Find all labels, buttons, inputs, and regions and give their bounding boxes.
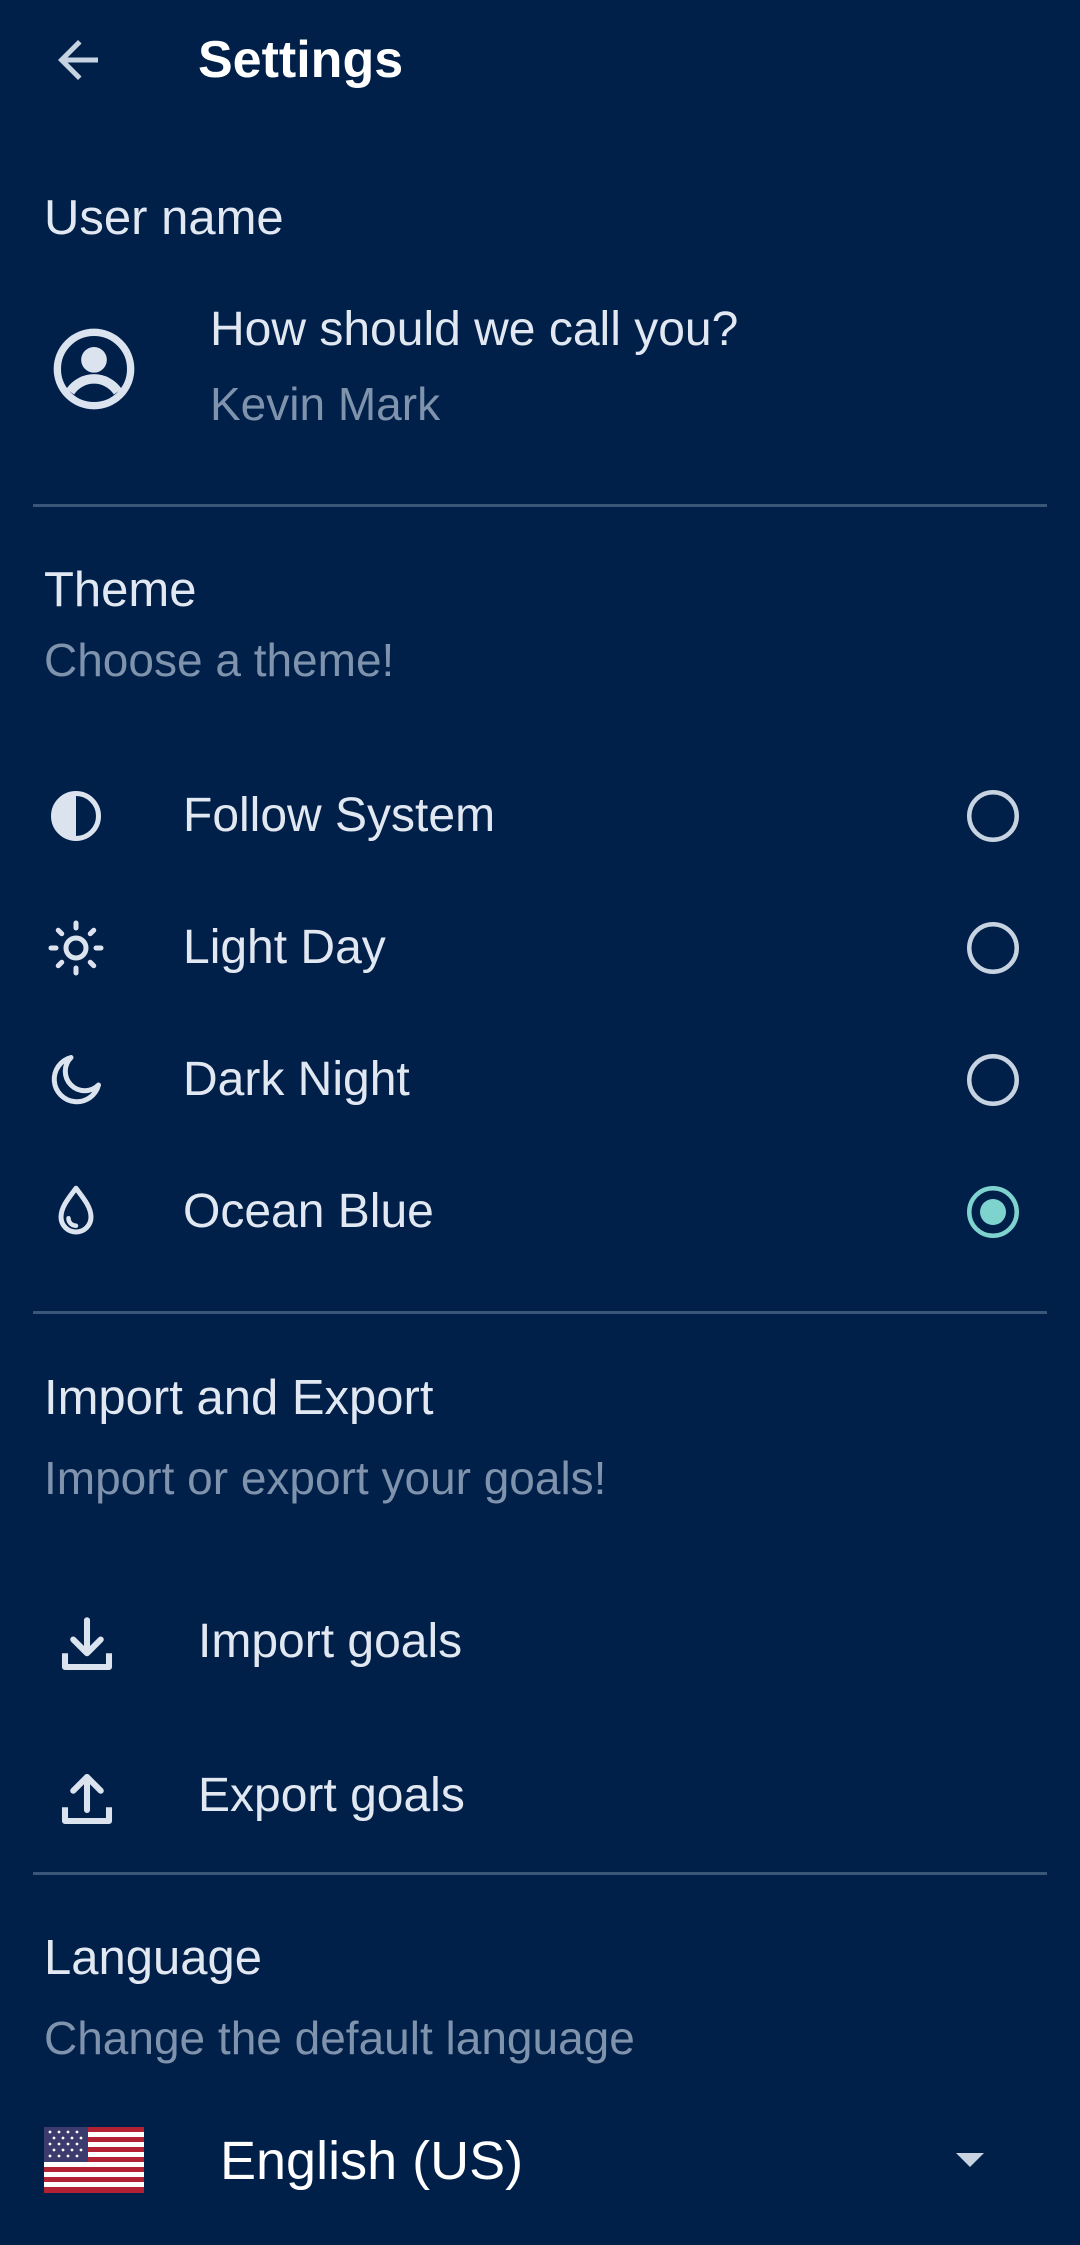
import-export-section-subtitle: Import or export your goals! [44,1452,607,1504]
radio-button[interactable] [963,1050,1023,1110]
language-selected-value: English (US) [220,2131,524,2191]
language-dropdown[interactable]: English (US) [0,2105,1080,2215]
dropdown-arrow-icon [952,2149,988,2171]
radio-button[interactable] [963,786,1023,846]
water-drop-icon [46,1182,106,1242]
back-button[interactable] [48,30,108,90]
radio-button-selected[interactable] [963,1182,1023,1242]
divider [33,1311,1047,1314]
divider [33,1872,1047,1875]
us-flag-icon [44,2127,144,2193]
account-circle-icon [50,325,138,413]
user-name-prompt: How should we call you? [210,303,739,356]
theme-section-title: Theme [44,563,197,617]
divider [33,504,1047,507]
theme-option-label: Dark Night [183,1053,410,1106]
theme-option-label: Follow System [183,789,496,842]
theme-option-dark-night[interactable]: Dark Night [0,1014,1080,1146]
download-icon [54,1612,120,1678]
page-title: Settings [198,31,404,89]
export-goals-label: Export goals [198,1769,465,1822]
sun-icon [46,918,106,978]
theme-option-follow-system[interactable]: Follow System [0,750,1080,882]
theme-option-light-day[interactable]: Light Day [0,882,1080,1014]
radio-button[interactable] [963,918,1023,978]
upload-icon [54,1766,120,1832]
arrow-left-icon [58,40,98,80]
moon-icon [46,1050,106,1110]
import-goals-button[interactable]: Import goals [0,1568,1080,1718]
theme-section-subtitle: Choose a theme! [44,634,395,686]
language-section-subtitle: Change the default language [44,2012,635,2064]
language-section-title: Language [44,1931,263,1985]
import-export-section-title: Import and Export [44,1371,434,1425]
export-goals-button[interactable]: Export goals [0,1722,1080,1872]
import-goals-label: Import goals [198,1615,463,1668]
user-name-value: Kevin Mark [210,378,441,430]
theme-option-ocean-blue[interactable]: Ocean Blue [0,1146,1080,1278]
user-name-section-title: User name [44,191,284,245]
theme-option-label: Ocean Blue [183,1185,434,1238]
theme-option-label: Light Day [183,921,386,974]
contrast-icon [46,786,106,846]
